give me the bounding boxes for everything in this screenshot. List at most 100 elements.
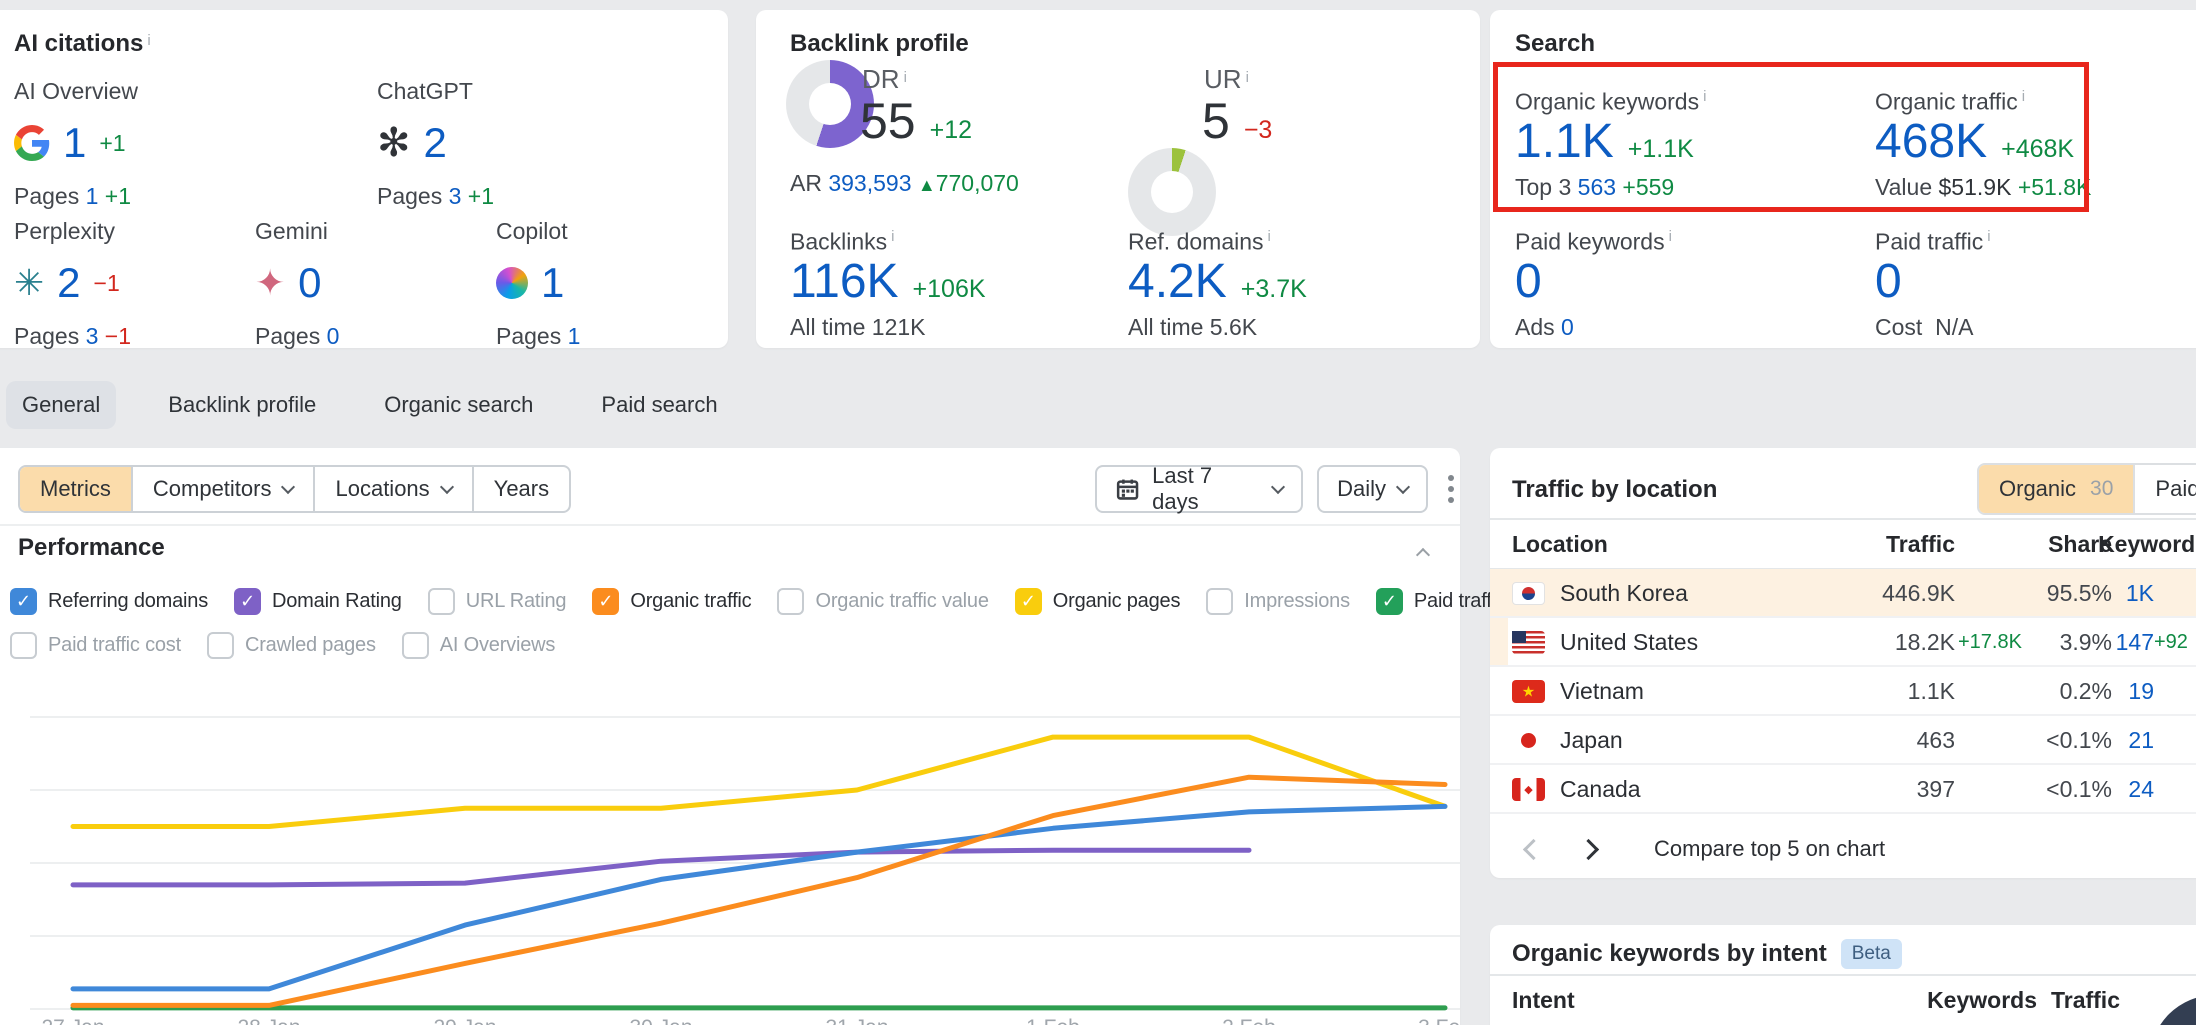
toggle-paid[interactable]: Paid0 [2133, 465, 2196, 513]
ai-citations-value[interactable]: 0 [298, 259, 321, 307]
date-range-button[interactable]: Last 7 days [1095, 465, 1303, 513]
toggle-organic[interactable]: Organic30 [1979, 465, 2133, 513]
backlink-profile-card: Backlink profile DRi 55 +12 AR 393,593 ▲… [756, 10, 1480, 348]
share-value: 0.2% [2060, 678, 2112, 705]
ai-citations-value[interactable]: 2 [57, 259, 80, 307]
prev-page-button[interactable] [1523, 838, 1544, 859]
column-header-kw[interactable]: Keywords [1927, 987, 2037, 1014]
ai-citations-title: AI citationsi [14, 30, 151, 58]
flag-ca-icon [1512, 778, 1545, 801]
traffic-delta: +17.8K [1958, 631, 2022, 654]
tab-paid-search[interactable]: Paid search [585, 381, 733, 429]
info-icon[interactable]: i [1669, 228, 1672, 245]
filter-years[interactable]: Years [472, 467, 569, 511]
traffic-by-location-card: Traffic by location Organic30Paid0 Locat… [1490, 448, 2196, 878]
metric-toggle-url-rating[interactable]: URL Rating [428, 588, 567, 615]
keywords-link[interactable]: 24 [2128, 776, 2154, 803]
ref-domains-delta: +3.7K [1241, 275, 1307, 304]
compare-top5-link[interactable]: Compare top 5 on chart [1654, 836, 1885, 862]
ref-domains-label: Ref. domainsi [1128, 228, 1271, 256]
paid-traffic-value[interactable]: 0 [1875, 255, 1902, 308]
keywords-link[interactable]: 1K [2126, 580, 2154, 607]
backlink-profile-title: Backlink profile [790, 30, 969, 57]
column-header-intent[interactable]: Intent [1512, 987, 1575, 1014]
location-row-united-states[interactable]: United States 18.2K+17.8K 3.9% 147+92 [1490, 618, 2196, 667]
metric-toggle-domain-rating[interactable]: ✓Domain Rating [234, 588, 402, 615]
site-explorer-overview: AI citationsi AI Overview 1+1 Pages 1 +1… [0, 0, 2196, 1025]
divider [1490, 518, 2196, 520]
granularity-button[interactable]: Daily [1317, 465, 1428, 513]
flag-us-icon [1512, 631, 1545, 654]
dr-delta: +12 [930, 116, 972, 145]
ai-citation-cell: Copilot 1 Pages 1 [496, 218, 736, 350]
tab-general[interactable]: General [6, 381, 116, 429]
keywords-link[interactable]: 19 [2128, 678, 2154, 705]
column-header-tr[interactable]: Traffic [2051, 987, 2120, 1014]
keywords-delta: +92 [2154, 631, 2188, 654]
gemini-icon: ✦ [255, 264, 285, 302]
metric-toggles-row1: ✓Referring domains ✓Domain Rating URL Rati… [10, 588, 1506, 615]
filter-metrics[interactable]: Metrics [20, 467, 131, 511]
paid-traffic-label: Paid traffici [1875, 228, 1991, 256]
backlinks-value[interactable]: 116K [790, 254, 899, 309]
location-row-south-korea[interactable]: South Korea 446.9K 95.5% 1K [1490, 569, 2196, 618]
ai-source-label: ChatGPT [377, 78, 617, 105]
ai-citations-value[interactable]: 1 [541, 259, 564, 307]
ai-delta: −1 [94, 270, 120, 297]
keywords-by-intent-title: Organic keywords by intent [1512, 940, 1827, 968]
chevron-down-icon [281, 480, 295, 494]
dr-value: 55 [860, 92, 916, 150]
ai-pages-line: Pages 1 +1 [14, 183, 254, 210]
ai-citation-cell: Perplexity ✳2−1 Pages 3 −1 [14, 218, 254, 350]
location-row-vietnam[interactable]: Vietnam 1.1K 0.2% 19 [1490, 667, 2196, 716]
metric-toggle-referring-domains[interactable]: ✓Referring domains [10, 588, 208, 615]
more-options-button[interactable] [1442, 469, 1460, 509]
info-icon[interactable]: i [147, 32, 150, 49]
paid-keywords-value[interactable]: 0 [1515, 255, 1542, 308]
ai-pages-line: Pages 3 −1 [14, 323, 254, 350]
ai-source-label: AI Overview [14, 78, 254, 105]
metric-toggle-impressions[interactable]: Impressions [1206, 588, 1350, 615]
column-header-traffic[interactable]: Traffic [1886, 531, 1955, 558]
ai-pages-line: Pages 0 [255, 323, 495, 350]
metric-toggle-organic-traffic-value[interactable]: Organic traffic value [777, 588, 988, 615]
collapse-section-button[interactable] [1416, 548, 1430, 562]
ai-citations-value[interactable]: 2 [424, 119, 447, 167]
ref-domains-alltime: All time 5.6K [1128, 314, 1257, 341]
ref-domains-value[interactable]: 4.2K [1128, 254, 1227, 309]
divider [1490, 974, 2196, 976]
keywords-link[interactable]: 147 [2116, 629, 2154, 656]
ahrefs-rank-delta: 770,070 [936, 170, 1019, 196]
location-row-japan[interactable]: Japan 463 <0.1% 21 [1490, 716, 2196, 765]
metric-toggle-paid-traffic[interactable]: ✓Paid traffic [1376, 588, 1506, 615]
filter-locations[interactable]: Locations [313, 467, 471, 511]
ai-citation-cell: Gemini ✦ 0 Pages 0 [255, 218, 495, 350]
chatgpt-icon: ✻ [377, 124, 411, 162]
info-icon[interactable]: i [1268, 228, 1271, 245]
info-icon[interactable]: i [1987, 228, 1990, 245]
svg-text:31 Jan: 31 Jan [825, 1016, 888, 1025]
ur-label: URi [1204, 64, 1249, 95]
column-header-keywords[interactable]: Keywords [2098, 531, 2196, 558]
metric-toggle-organic-pages[interactable]: ✓Organic pages [1015, 588, 1180, 615]
tab-organic-search[interactable]: Organic search [368, 381, 549, 429]
svg-text:28 Jan: 28 Jan [237, 1016, 300, 1025]
location-name: Canada [1560, 776, 1641, 803]
ai-source-label: Gemini [255, 218, 495, 245]
info-icon[interactable]: i [891, 228, 894, 245]
info-icon[interactable]: i [1246, 69, 1249, 86]
info-icon[interactable]: i [904, 69, 907, 86]
ai-citations-value[interactable]: 1 [63, 119, 86, 167]
column-header-location[interactable]: Location [1512, 531, 1608, 558]
filter-competitors[interactable]: Competitors [131, 467, 314, 511]
ai-citation-cell: AI Overview 1+1 Pages 1 +1 [14, 78, 254, 210]
metric-toggle-organic-traffic[interactable]: ✓Organic traffic [592, 588, 751, 615]
ahrefs-rank-value[interactable]: 393,593 [828, 170, 911, 196]
checkbox-checked-icon: ✓ [1376, 588, 1403, 615]
keywords-link[interactable]: 21 [2128, 727, 2154, 754]
location-row-canada[interactable]: Canada 397 <0.1% 24 [1490, 765, 2196, 814]
traffic-value: 463 [1917, 727, 1955, 754]
section-tabs: General Backlink profile Organic search Pai… [6, 381, 734, 429]
tab-backlink-profile[interactable]: Backlink profile [152, 381, 332, 429]
next-page-button[interactable] [1578, 838, 1599, 859]
